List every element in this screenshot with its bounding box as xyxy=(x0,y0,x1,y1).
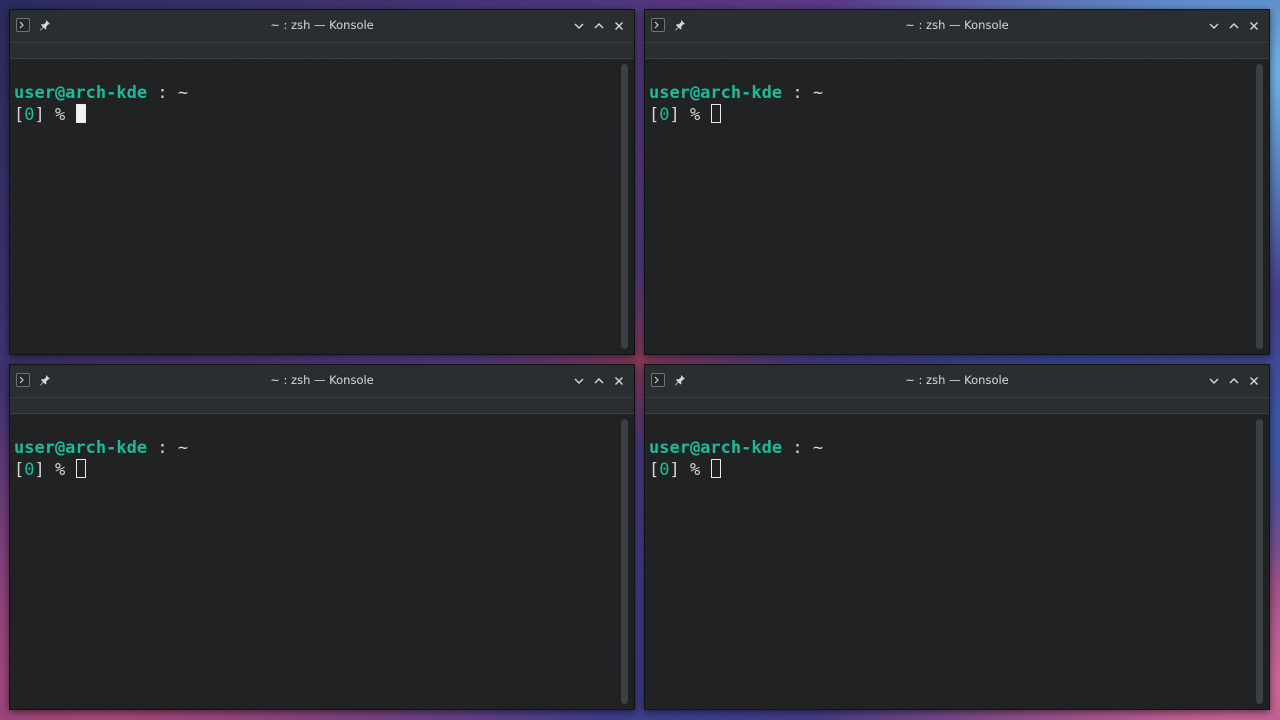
window-title: ~ : zsh — Konsole xyxy=(905,18,1009,32)
close-bracket: ] xyxy=(669,460,680,480)
prompt-separator: : xyxy=(792,438,803,458)
window-title: ~ : zsh — Konsole xyxy=(270,18,374,32)
maximize-button[interactable] xyxy=(592,19,606,33)
exit-code: 0 xyxy=(24,105,35,125)
scrollbar[interactable] xyxy=(616,414,634,709)
titlebar[interactable]: ~ : zsh — Konsole xyxy=(10,10,634,43)
prompt-line-2: [0] % xyxy=(14,459,616,481)
close-bracket: ] xyxy=(34,105,45,125)
minimize-icon xyxy=(1209,23,1219,29)
prompt-line-1: user@arch-kde : ~ xyxy=(14,437,616,459)
titlebar[interactable]: ~ : zsh — Konsole xyxy=(645,10,1269,43)
prompt-line-1: user@arch-kde : ~ xyxy=(649,82,1251,104)
prompt-path: ~ xyxy=(812,83,824,103)
user-host: user@arch-kde xyxy=(14,83,148,103)
close-icon xyxy=(1250,22,1258,30)
maximize-button[interactable] xyxy=(592,374,606,388)
minimize-button[interactable] xyxy=(572,19,586,33)
terminal-area[interactable]: user@arch-kde : ~ [0] % xyxy=(645,59,1251,354)
prompt-separator: : xyxy=(157,83,168,103)
prompt-separator: : xyxy=(792,83,803,103)
maximize-button[interactable] xyxy=(1227,374,1241,388)
close-icon xyxy=(1250,377,1258,385)
maximize-icon xyxy=(1229,378,1239,384)
prompt-symbol: % xyxy=(690,460,701,480)
close-icon xyxy=(615,377,623,385)
open-bracket: [ xyxy=(14,105,25,125)
maximize-button[interactable] xyxy=(1227,19,1241,33)
user-host: user@arch-kde xyxy=(649,438,783,458)
maximize-icon xyxy=(594,378,604,384)
window-title: ~ : zsh — Konsole xyxy=(270,373,374,387)
prompt-symbol: % xyxy=(55,105,66,125)
menu-bar xyxy=(10,398,634,414)
close-button[interactable] xyxy=(1247,19,1261,33)
exit-code: 0 xyxy=(659,105,670,125)
konsole-window-top-left[interactable]: ~ : zsh — Konsole user@arch-kde : ~ [0] … xyxy=(9,9,635,355)
minimize-button[interactable] xyxy=(1207,374,1221,388)
minimize-button[interactable] xyxy=(572,374,586,388)
scrollbar-thumb[interactable] xyxy=(621,419,628,704)
menu-bar xyxy=(645,398,1269,414)
titlebar[interactable]: ~ : zsh — Konsole xyxy=(645,365,1269,398)
maximize-icon xyxy=(594,23,604,29)
prompt-line-2: [0] % xyxy=(14,104,616,126)
close-button[interactable] xyxy=(612,19,626,33)
terminal-area[interactable]: user@arch-kde : ~ [0] % xyxy=(645,414,1251,709)
prompt-path: ~ xyxy=(177,438,189,458)
scrollbar[interactable] xyxy=(1251,414,1269,709)
prompt-line-2: [0] % xyxy=(649,104,1251,126)
open-bracket: [ xyxy=(649,105,660,125)
open-bracket: [ xyxy=(14,460,25,480)
minimize-icon xyxy=(574,378,584,384)
exit-code: 0 xyxy=(24,460,35,480)
scrollbar-thumb[interactable] xyxy=(1256,64,1263,349)
text-cursor xyxy=(75,104,86,123)
close-button[interactable] xyxy=(1247,374,1261,388)
prompt-path: ~ xyxy=(177,83,189,103)
prompt-path: ~ xyxy=(812,438,824,458)
minimize-button[interactable] xyxy=(1207,19,1221,33)
scrollbar-thumb[interactable] xyxy=(621,64,628,349)
text-cursor xyxy=(710,104,721,123)
prompt-symbol: % xyxy=(55,460,66,480)
titlebar[interactable]: ~ : zsh — Konsole xyxy=(10,365,634,398)
window-title: ~ : zsh — Konsole xyxy=(905,373,1009,387)
text-cursor xyxy=(710,459,721,478)
terminal-area[interactable]: user@arch-kde : ~ [0] % xyxy=(10,414,616,709)
user-host: user@arch-kde xyxy=(14,438,148,458)
prompt-line-2: [0] % xyxy=(649,459,1251,481)
terminal-area[interactable]: user@arch-kde : ~ [0] % xyxy=(10,59,616,354)
scrollbar[interactable] xyxy=(616,59,634,354)
prompt-separator: : xyxy=(157,438,168,458)
konsole-window-bottom-left[interactable]: ~ : zsh — Konsole user@arch-kde : ~ [0] … xyxy=(9,364,635,710)
prompt-line-1: user@arch-kde : ~ xyxy=(649,437,1251,459)
open-bracket: [ xyxy=(649,460,660,480)
prompt-line-1: user@arch-kde : ~ xyxy=(14,82,616,104)
exit-code: 0 xyxy=(659,460,670,480)
close-bracket: ] xyxy=(669,105,680,125)
close-bracket: ] xyxy=(34,460,45,480)
scrollbar[interactable] xyxy=(1251,59,1269,354)
text-cursor xyxy=(75,459,86,478)
minimize-icon xyxy=(574,23,584,29)
close-icon xyxy=(615,22,623,30)
menu-bar xyxy=(10,43,634,59)
prompt-symbol: % xyxy=(690,105,701,125)
maximize-icon xyxy=(1229,23,1239,29)
user-host: user@arch-kde xyxy=(649,83,783,103)
konsole-window-bottom-right[interactable]: ~ : zsh — Konsole user@arch-kde : ~ [0] … xyxy=(644,364,1270,710)
minimize-icon xyxy=(1209,378,1219,384)
scrollbar-thumb[interactable] xyxy=(1256,419,1263,704)
close-button[interactable] xyxy=(612,374,626,388)
menu-bar xyxy=(645,43,1269,59)
konsole-window-top-right[interactable]: ~ : zsh — Konsole user@arch-kde : ~ [0] … xyxy=(644,9,1270,355)
